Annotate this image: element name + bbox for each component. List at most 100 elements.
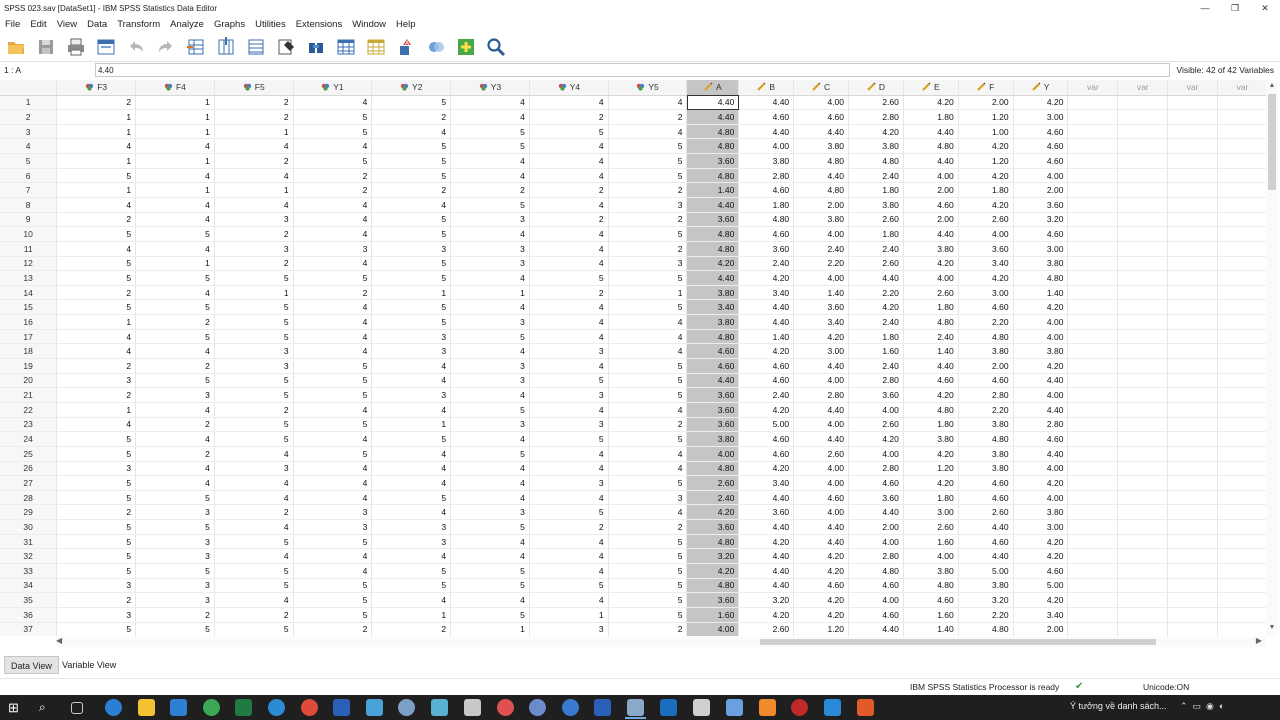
data-cell[interactable] bbox=[1167, 607, 1218, 623]
data-cell[interactable]: 4.80 bbox=[903, 402, 959, 418]
data-cell[interactable] bbox=[1167, 431, 1218, 447]
data-cell[interactable]: 3 bbox=[214, 241, 294, 257]
data-cell[interactable]: 1.80 bbox=[848, 329, 904, 345]
data-cell[interactable] bbox=[1217, 548, 1268, 564]
data-cell[interactable]: 4.40 bbox=[903, 226, 959, 242]
data-cell[interactable]: 5 bbox=[135, 519, 215, 535]
data-cell[interactable]: 4.40 bbox=[903, 153, 959, 169]
data-cell[interactable]: 5 bbox=[214, 578, 294, 594]
data-cell[interactable]: 3 bbox=[214, 461, 294, 477]
data-cell[interactable]: 3.80 bbox=[903, 241, 959, 257]
data-cell[interactable]: 5 bbox=[608, 534, 688, 550]
split-file-icon[interactable]: A bbox=[395, 36, 417, 58]
data-cell[interactable]: 3 bbox=[135, 387, 215, 403]
row-number[interactable]: 31 bbox=[0, 534, 58, 550]
data-cell[interactable]: 3 bbox=[371, 241, 452, 257]
data-cell[interactable]: 3.40 bbox=[686, 299, 740, 316]
grid-corner[interactable] bbox=[0, 80, 58, 96]
scroll-right-icon[interactable]: ▶ bbox=[1256, 636, 1262, 645]
data-cell[interactable]: 1 bbox=[135, 153, 215, 169]
data-cell[interactable]: 4.60 bbox=[738, 431, 795, 447]
data-cell[interactable]: 4.00 bbox=[1013, 461, 1069, 477]
menu-data[interactable]: Data bbox=[82, 19, 112, 30]
data-cell[interactable] bbox=[1167, 153, 1218, 169]
data-cell[interactable]: 4 bbox=[450, 109, 530, 125]
data-cell[interactable] bbox=[1117, 534, 1169, 550]
data-cell[interactable]: 2 bbox=[214, 256, 294, 272]
data-cell[interactable] bbox=[1117, 182, 1169, 198]
data-cell[interactable]: 4 bbox=[135, 168, 215, 184]
row-number[interactable]: 14 bbox=[0, 285, 58, 301]
cell-value-input[interactable]: 4.40 bbox=[95, 63, 1170, 77]
data-cell[interactable]: 4.20 bbox=[1013, 534, 1069, 550]
data-cell[interactable]: 5 bbox=[293, 592, 373, 608]
data-cell[interactable]: 2.00 bbox=[903, 182, 959, 198]
data-cell[interactable]: 4.40 bbox=[686, 95, 740, 111]
data-cell[interactable]: 4.80 bbox=[686, 168, 740, 184]
data-cell[interactable]: 4 bbox=[293, 256, 373, 272]
data-cell[interactable] bbox=[1117, 343, 1169, 360]
data-cell[interactable]: 2 bbox=[608, 182, 688, 198]
data-cell[interactable]: 2.80 bbox=[848, 373, 904, 389]
data-cell[interactable] bbox=[1117, 446, 1169, 462]
data-cell[interactable] bbox=[1217, 534, 1268, 550]
data-cell[interactable]: 4 bbox=[371, 461, 452, 477]
data-cell[interactable]: 3 bbox=[293, 504, 373, 521]
data-cell[interactable] bbox=[1217, 109, 1268, 125]
data-cell[interactable]: 5 bbox=[293, 446, 373, 462]
data-cell[interactable]: 5 bbox=[56, 563, 137, 579]
data-cell[interactable]: 5 bbox=[529, 578, 609, 594]
data-cell[interactable] bbox=[1217, 373, 1268, 389]
data-cell[interactable]: 4.40 bbox=[738, 548, 795, 564]
data-cell[interactable]: 3 bbox=[450, 241, 530, 257]
app-icon-9[interactable] bbox=[693, 699, 710, 716]
data-cell[interactable] bbox=[1067, 534, 1119, 550]
data-cell[interactable]: 4 bbox=[529, 329, 609, 345]
data-cell[interactable]: 4.60 bbox=[958, 475, 1014, 491]
row-number[interactable]: 11 bbox=[0, 241, 58, 257]
data-cell[interactable]: 4 bbox=[135, 431, 215, 447]
data-cell[interactable]: 4.40 bbox=[1013, 373, 1069, 389]
menu-edit[interactable]: Edit bbox=[25, 19, 51, 30]
data-cell[interactable]: 3.80 bbox=[903, 431, 959, 447]
row-number[interactable]: 33 bbox=[0, 563, 58, 579]
open-folder-icon[interactable] bbox=[5, 36, 27, 58]
data-cell[interactable]: 5 bbox=[450, 578, 530, 594]
data-cell[interactable]: 3.60 bbox=[793, 299, 850, 316]
data-cell[interactable]: 5 bbox=[56, 256, 137, 272]
row-number[interactable]: 19 bbox=[0, 358, 58, 374]
dialog-recall-icon[interactable] bbox=[95, 36, 117, 58]
data-cell[interactable]: 5 bbox=[529, 270, 609, 286]
data-cell[interactable]: 4 bbox=[371, 592, 452, 608]
data-cell[interactable]: 3.20 bbox=[686, 548, 740, 564]
data-cell[interactable] bbox=[1117, 402, 1169, 418]
data-cell[interactable]: 3 bbox=[450, 417, 530, 433]
data-cell[interactable]: 2 bbox=[56, 212, 137, 228]
data-cell[interactable]: 5 bbox=[450, 402, 530, 418]
data-cell[interactable]: 2.80 bbox=[958, 387, 1014, 403]
data-cell[interactable]: 4.00 bbox=[793, 270, 850, 286]
data-cell[interactable]: 3 bbox=[450, 504, 530, 521]
data-cell[interactable]: 4 bbox=[450, 387, 530, 403]
data-cell[interactable] bbox=[1217, 197, 1268, 213]
data-cell[interactable]: 4 bbox=[56, 241, 137, 257]
menu-analyze[interactable]: Analyze bbox=[165, 19, 209, 30]
data-cell[interactable] bbox=[1217, 343, 1268, 360]
data-cell[interactable]: 2 bbox=[371, 622, 452, 636]
data-cell[interactable]: 4.20 bbox=[903, 475, 959, 491]
data-cell[interactable]: 4.60 bbox=[903, 197, 959, 213]
data-cell[interactable] bbox=[1217, 256, 1268, 272]
row-number[interactable]: 20 bbox=[0, 373, 58, 389]
data-cell[interactable]: 3.60 bbox=[686, 417, 740, 433]
data-cell[interactable]: 1.60 bbox=[848, 343, 904, 360]
data-cell[interactable]: 3.60 bbox=[686, 402, 740, 418]
data-cell[interactable] bbox=[1167, 299, 1218, 316]
data-cell[interactable] bbox=[1217, 519, 1268, 535]
data-cell[interactable] bbox=[1067, 475, 1119, 491]
data-cell[interactable]: 4 bbox=[529, 168, 609, 184]
data-cell[interactable]: 4 bbox=[371, 446, 452, 462]
app-icon-7[interactable] bbox=[562, 699, 579, 716]
data-cell[interactable]: 1 bbox=[450, 622, 530, 636]
data-cell[interactable]: 4 bbox=[293, 563, 373, 579]
data-cell[interactable]: 2.40 bbox=[848, 241, 904, 257]
